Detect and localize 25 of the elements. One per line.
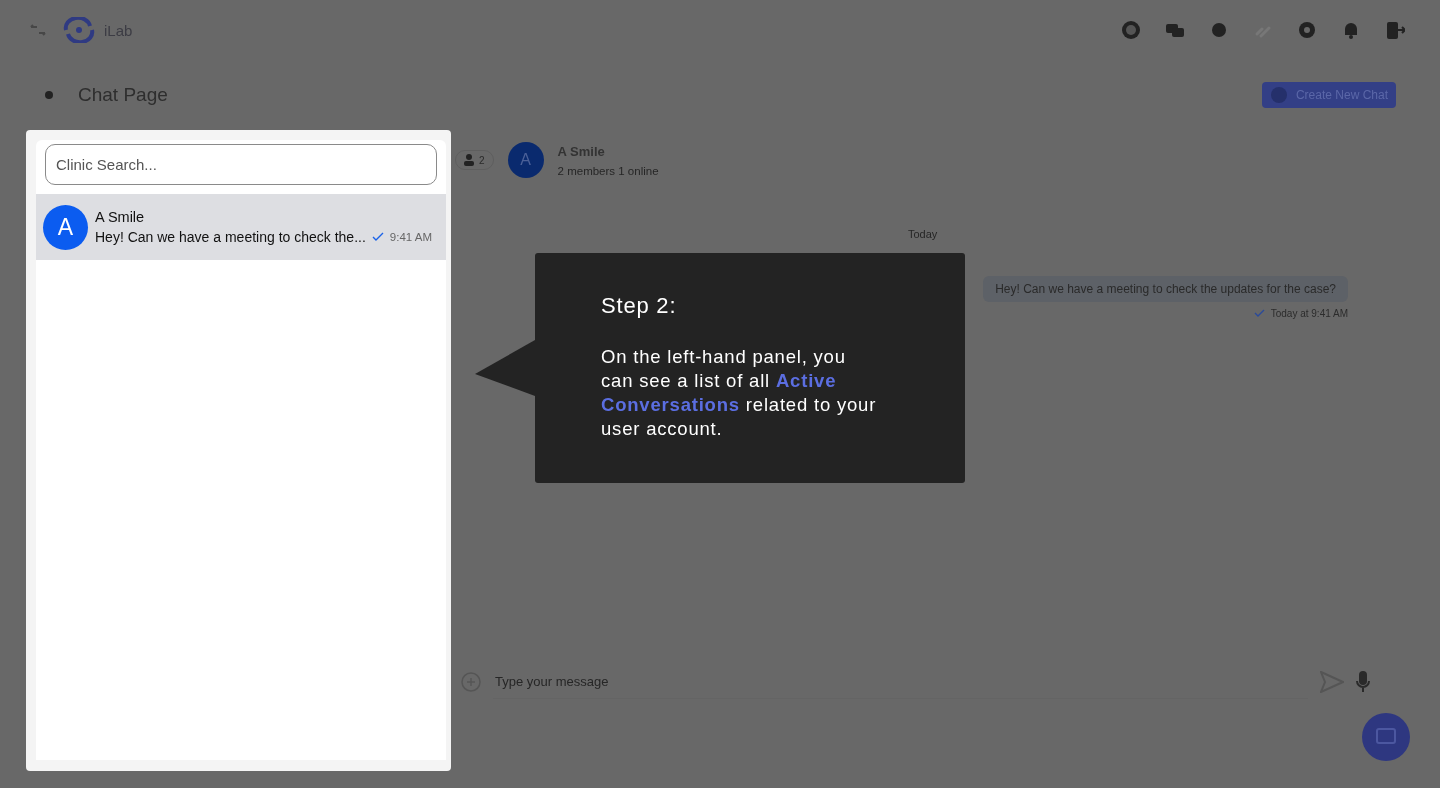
chat-fab[interactable] [1362,713,1410,761]
microphone-icon[interactable] [1356,671,1370,693]
tooltip-title: Step 2: [601,293,678,319]
chat-icon [1376,728,1396,746]
search-field[interactable]: Clinic Search... [45,144,437,185]
back-icon[interactable] [44,90,54,100]
date-divider: Today [908,228,938,240]
person-icon [464,154,474,166]
member-count: 2 [479,154,485,166]
conversation-item[interactable]: A A Smile Hey! Can we have a meeting to check the... 9:41 AM [36,194,446,260]
chat-status: 2 members 1 online [557,164,659,177]
avatar: A [43,204,88,250]
contact-name: A Smile [95,209,146,225]
message-time: Today at 9:41 AM [1270,308,1348,319]
status-icon[interactable] [1209,20,1229,40]
logout-icon[interactable] [1385,20,1405,40]
message-field[interactable]: Type your message [493,665,1308,699]
message-preview: Hey! Can we have a meeting to check the... [95,229,366,245]
message-time: 9:41 AM [389,231,432,243]
page-title: Chat Page [78,84,168,106]
message-bubble: Hey! Can we have a meeting to check the updates for the case? [983,276,1348,302]
collapse-icon[interactable] [30,24,46,36]
avatar: A [507,142,544,178]
tooltip-text: On the left-hand panel, you can see a list of all Active Conversations related to your user account. [601,345,877,441]
logo-icon [62,17,96,43]
